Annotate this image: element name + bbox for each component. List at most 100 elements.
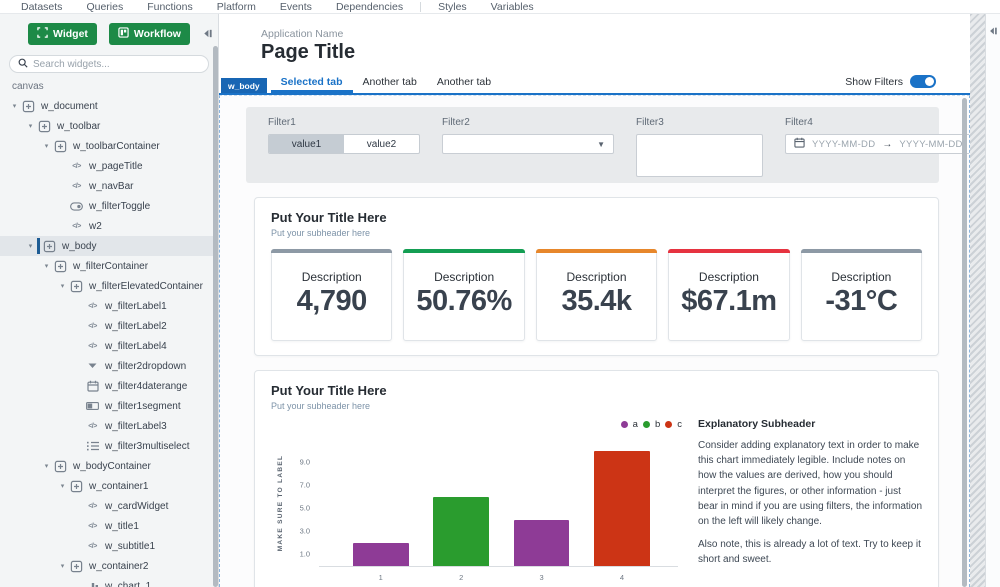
widget-icon — [37, 27, 48, 41]
tree-item-label: w_filter2dropdown — [105, 361, 186, 372]
filter4-group: Filter4 YYYY-MM-DD → YYYY-MM-DD — [785, 117, 970, 177]
filter4-daterange[interactable]: YYYY-MM-DD → YYYY-MM-DD — [785, 134, 970, 154]
filter3-multiselect[interactable] — [636, 134, 763, 177]
kpi-card-2[interactable]: Description50.76% — [403, 249, 524, 341]
tree-item-label: w_cardWidget — [105, 501, 168, 512]
chevron-down-icon[interactable]: ▾ — [56, 282, 69, 290]
filter1-option-value1[interactable]: value1 — [269, 135, 344, 153]
tree-item-w_filterLabel3[interactable]: </>w_filterLabel3 — [0, 416, 218, 436]
menu-item-events[interactable]: Events — [269, 1, 323, 13]
bar-category-1[interactable] — [353, 543, 409, 566]
kpi-card-5[interactable]: Description-31°C — [801, 249, 922, 341]
menubar-divider — [420, 2, 421, 12]
tree-item-w_subtitle1[interactable]: </>w_subtitle1 — [0, 536, 218, 556]
code-icon: </> — [69, 223, 84, 230]
chevron-down-icon[interactable]: ▾ — [24, 122, 37, 130]
legend-dot-a — [621, 421, 628, 428]
collapse-right-panel-icon[interactable] — [988, 23, 998, 40]
tab-another-2[interactable]: Another tab — [427, 72, 501, 93]
code-icon: </> — [69, 183, 84, 190]
tree-item-w_filterContainer[interactable]: ▾ w_filterContainer — [0, 256, 218, 276]
kpi-description: Description — [669, 270, 788, 284]
menu-item-variables[interactable]: Variables — [480, 1, 545, 13]
tree-item-w_navBar[interactable]: </>w_navBar — [0, 176, 218, 196]
bar-category-4[interactable] — [594, 451, 650, 566]
chevron-down-icon[interactable]: ▾ — [40, 142, 53, 150]
kpi-accent-bar — [536, 249, 657, 253]
calendar-icon — [85, 380, 100, 392]
filter1-option-value2[interactable]: value2 — [344, 135, 419, 153]
filter1-group: Filter1 value1 value2 — [268, 117, 420, 177]
tree-item-w_filter2dropdown[interactable]: w_filter2dropdown — [0, 356, 218, 376]
menu-item-dependencies[interactable]: Dependencies — [325, 1, 414, 13]
filter2-dropdown[interactable]: ▼ — [442, 134, 614, 154]
tree-item-w_filterLabel1[interactable]: </>w_filterLabel1 — [0, 296, 218, 316]
bar-category-3[interactable] — [514, 520, 570, 566]
collapse-sidebar-icon[interactable] — [202, 26, 213, 44]
tree-item-label: w_body — [62, 241, 96, 252]
kpi-section: Put Your Title Here Put your subheader h… — [254, 197, 939, 356]
tree-item-w_document[interactable]: ▾ w_document — [0, 96, 218, 116]
tree-item-w_cardWidget[interactable]: </>w_cardWidget — [0, 496, 218, 516]
tree-item-w_container1[interactable]: ▾w_container1 — [0, 476, 218, 496]
tree-item-label: w_document — [41, 101, 98, 112]
tree-item-w_bodyContainer[interactable]: ▾w_bodyContainer — [0, 456, 218, 476]
container-icon — [21, 100, 36, 113]
tree-item-w_filterElevatedContainer[interactable]: ▾w_filterElevatedContainer — [0, 276, 218, 296]
workflow-button[interactable]: Workflow — [109, 23, 190, 45]
kpi-card-3[interactable]: Description35.4k — [536, 249, 657, 341]
tree-item-label: w_filterContainer — [73, 261, 148, 272]
widget-button-label: Widget — [53, 28, 88, 40]
chevron-down-icon[interactable]: ▾ — [56, 562, 69, 570]
canvas-label: canvas — [0, 75, 218, 94]
tree-item-w_filter4daterange[interactable]: w_filter4daterange — [0, 376, 218, 396]
selected-indicator — [37, 238, 40, 254]
chevron-down-icon[interactable]: ▾ — [40, 462, 53, 470]
chevron-down-icon[interactable]: ▾ — [56, 482, 69, 490]
menu-item-queries[interactable]: Queries — [75, 1, 134, 13]
bar-category-2[interactable] — [433, 497, 489, 566]
menu-item-styles[interactable]: Styles — [427, 1, 478, 13]
kpi-card-1[interactable]: Description4,790 — [271, 249, 392, 341]
widget-search[interactable] — [9, 55, 209, 73]
tree-item-w_chart_1[interactable]: w_chart_1 — [0, 576, 218, 587]
sidebar-scrollbar[interactable] — [213, 46, 218, 587]
kpi-description: Description — [802, 270, 921, 284]
tree-item-w_title1[interactable]: </>w_title1 — [0, 516, 218, 536]
tree-item-w_toolbar[interactable]: ▾ w_toolbar — [0, 116, 218, 136]
menu-item-datasets[interactable]: Datasets — [10, 1, 73, 13]
tree-item-w_filterLabel4[interactable]: </>w_filterLabel4 — [0, 336, 218, 356]
chevron-down-icon[interactable]: ▾ — [24, 242, 37, 250]
tab-selected[interactable]: Selected tab — [271, 72, 353, 93]
tree-item-w_container2[interactable]: ▾w_container2 — [0, 556, 218, 576]
kpi-card-4[interactable]: Description$67.1m — [668, 249, 789, 341]
code-icon: </> — [85, 303, 100, 310]
tree-item-w_filterLabel2[interactable]: </>w_filterLabel2 — [0, 316, 218, 336]
kpi-value: 50.76% — [404, 285, 523, 318]
tree-item-w_filterToggle[interactable]: w_filterToggle — [0, 196, 218, 216]
menu-item-platform[interactable]: Platform — [206, 1, 267, 13]
search-input[interactable] — [33, 59, 200, 70]
show-filters-toggle[interactable] — [910, 75, 936, 88]
panel-resize-gutter[interactable] — [970, 14, 985, 587]
widget-button[interactable]: Widget — [28, 23, 97, 45]
tree-item-w_pageTitle[interactable]: </>w_pageTitle — [0, 156, 218, 176]
filter4-label: Filter4 — [785, 117, 970, 128]
tree-item-w_filter1segment[interactable]: w_filter1segment — [0, 396, 218, 416]
tab-another-1[interactable]: Another tab — [353, 72, 427, 93]
tree-item-w_toolbarContainer[interactable]: ▾w_toolbarContainer — [0, 136, 218, 156]
menu-item-functions[interactable]: Functions — [136, 1, 204, 13]
tree-item-w2[interactable]: </>w2 — [0, 216, 218, 236]
chevron-down-icon[interactable]: ▾ — [8, 102, 21, 110]
y-tick: 5.0 — [300, 504, 310, 513]
container-icon — [42, 240, 57, 253]
tree-item-label: w_toolbar — [57, 121, 100, 132]
kpi-accent-bar — [403, 249, 524, 253]
canvas-scrollbar[interactable] — [962, 98, 967, 587]
chart-section-subheader: Put your subheader here — [271, 401, 922, 411]
chevron-down-icon[interactable]: ▾ — [40, 262, 53, 270]
tree-item-w_filter3multiselect[interactable]: w_filter3multiselect — [0, 436, 218, 456]
kpi-accent-bar — [801, 249, 922, 253]
x-tick: 3 — [539, 573, 543, 582]
tree-item-w_body[interactable]: ▾ w_body — [0, 236, 218, 256]
